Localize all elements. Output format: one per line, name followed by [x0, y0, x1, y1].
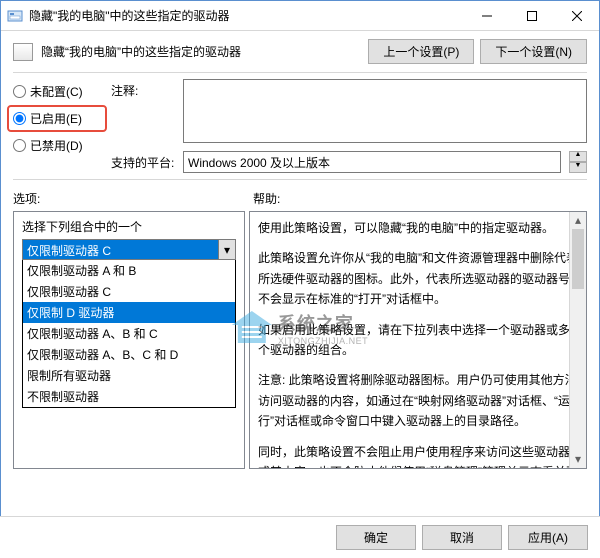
radio-disabled[interactable]: 已禁用(D) [13, 137, 101, 154]
titlebar: 隐藏"我的电脑"中的这些指定的驱动器 [1, 1, 599, 31]
radio-disabled-label: 已禁用(D) [30, 137, 83, 154]
platform-spinner: ▲ ▼ [569, 151, 587, 173]
scroll-track[interactable] [570, 229, 586, 451]
chevron-down-icon: ▾ [218, 240, 235, 259]
prev-setting-button[interactable]: 上一个设置(P) [368, 39, 474, 64]
options-label: 选项: [13, 190, 253, 207]
divider [13, 72, 587, 73]
help-paragraph: 同时，此策略设置不会阻止用户使用程序来访问这些驱动器或其内容，也不会防止他们使用… [258, 442, 578, 469]
titlebar-buttons [464, 1, 599, 30]
close-button[interactable] [554, 1, 599, 30]
platform-label: 支持的平台: [111, 151, 175, 171]
scroll-thumb[interactable] [572, 229, 584, 289]
state-radio-group: 未配置(C) 已启用(E) 已禁用(D) [13, 79, 101, 173]
radio-enabled-label: 已启用(E) [30, 110, 82, 127]
header-row: 隐藏“我的电脑”中的这些指定的驱动器 上一个设置(P) 下一个设置(N) [13, 39, 587, 64]
scroll-down-icon[interactable]: ▾ [570, 451, 586, 468]
apply-button[interactable]: 应用(A) [508, 525, 588, 550]
ok-button[interactable]: 确定 [336, 525, 416, 550]
close-icon [572, 11, 582, 21]
spinner-up[interactable]: ▲ [569, 151, 587, 162]
drive-combo-option[interactable]: 限制所有驱动器 [23, 365, 235, 386]
next-setting-button[interactable]: 下一个设置(N) [480, 39, 587, 64]
comment-textarea[interactable] [183, 79, 587, 143]
options-panel: 选择下列组合中的一个 仅限制驱动器 C ▾ 仅限制驱动器 A 和 B仅限制驱动器… [13, 211, 245, 469]
help-paragraph: 使用此策略设置，可以隐藏“我的电脑”中的指定驱动器。 [258, 218, 578, 238]
drive-combo[interactable]: 仅限制驱动器 C ▾ [22, 239, 236, 260]
minimize-button[interactable] [464, 1, 509, 30]
help-paragraph: 如果启用此策略设置，请在下拉列表中选择一个驱动器或多个驱动器的组合。 [258, 320, 578, 361]
combo-prompt: 选择下列组合中的一个 [14, 212, 244, 239]
drive-combo-option[interactable]: 仅限制驱动器 A 和 B [23, 260, 235, 281]
radio-enabled-input[interactable] [13, 112, 26, 125]
radio-not-configured[interactable]: 未配置(C) [13, 83, 101, 100]
window-title: 隐藏"我的电脑"中的这些指定的驱动器 [29, 7, 464, 24]
drive-combo-option[interactable]: 仅限制 D 驱动器 [23, 302, 235, 323]
app-icon [7, 8, 23, 24]
drive-combo-option[interactable]: 仅限制驱动器 C [23, 281, 235, 302]
help-scrollbar[interactable]: ▴ ▾ [569, 212, 586, 468]
platform-field: Windows 2000 及以上版本 [183, 151, 561, 173]
policy-title: 隐藏“我的电脑”中的这些指定的驱动器 [41, 43, 360, 60]
drive-combo-selected: 仅限制驱动器 C [23, 240, 218, 259]
radio-enabled[interactable]: 已启用(E) [7, 105, 107, 132]
comment-label: 注释: [111, 79, 175, 99]
drive-combo-option[interactable]: 仅限制驱动器 A、B 和 C [23, 323, 235, 344]
maximize-button[interactable] [509, 1, 554, 30]
help-paragraph: 注意: 此策略设置将删除驱动器图标。用户仍可使用其他方法访问驱动器的内容，如通过… [258, 370, 578, 431]
spinner-down[interactable]: ▼ [569, 162, 587, 173]
cancel-button[interactable]: 取消 [422, 525, 502, 550]
radio-disabled-input[interactable] [13, 139, 26, 152]
radio-not-configured-label: 未配置(C) [30, 83, 83, 100]
maximize-icon [527, 11, 537, 21]
platform-value: Windows 2000 及以上版本 [188, 154, 330, 171]
dialog-buttons: 确定 取消 应用(A) [0, 516, 600, 558]
divider-2 [13, 179, 587, 180]
help-paragraph: 此策略设置允许你从“我的电脑”和文件资源管理器中删除代表所选硬件驱动器的图标。此… [258, 248, 578, 309]
minimize-icon [482, 11, 492, 21]
section-labels: 选项: 帮助: [13, 190, 587, 207]
drive-combo-list: 仅限制驱动器 A 和 B仅限制驱动器 C仅限制 D 驱动器仅限制驱动器 A、B … [22, 260, 236, 408]
drive-combo-option[interactable]: 仅限制驱动器 A、B、C 和 D [23, 344, 235, 365]
scroll-up-icon[interactable]: ▴ [570, 212, 586, 229]
help-panel: 使用此策略设置，可以隐藏“我的电脑”中的指定驱动器。 此策略设置允许你从“我的电… [249, 211, 587, 469]
policy-icon [13, 43, 33, 61]
radio-not-configured-input[interactable] [13, 85, 26, 98]
help-label: 帮助: [253, 190, 280, 207]
drive-combo-option[interactable]: 不限制驱动器 [23, 386, 235, 407]
